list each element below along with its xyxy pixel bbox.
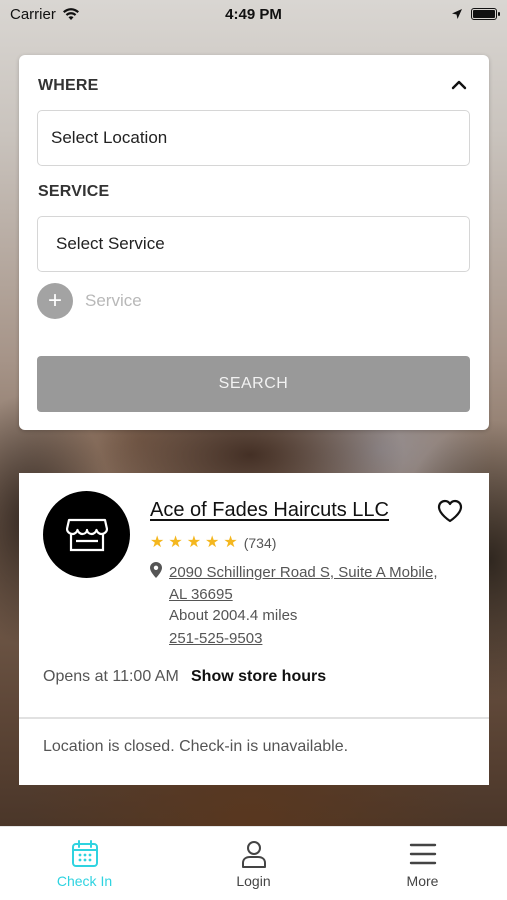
carrier-label: Carrier (10, 5, 56, 23)
calendar-icon (71, 839, 98, 867)
plus-icon: + (37, 283, 73, 319)
opening-time: Opens at 11:00 AM (43, 668, 179, 685)
service-select[interactable]: Select Service (37, 216, 470, 272)
battery-icon (471, 8, 500, 20)
map-pin-icon (150, 562, 162, 578)
location-select-placeholder: Select Location (51, 128, 168, 147)
tab-check-in[interactable]: Check In (0, 827, 169, 900)
where-label: WHERE (38, 77, 99, 94)
chevron-up-icon[interactable] (449, 75, 469, 95)
store-logo (43, 491, 130, 578)
status-bar: Carrier 4:49 PM (0, 0, 507, 28)
search-panel: WHERE Select Location SERVICE Select Ser… (19, 55, 489, 430)
store-name-link[interactable]: Ace of Fades Haircuts LLC (150, 499, 389, 522)
search-button[interactable]: SEARCH (37, 356, 470, 412)
storefront-icon (65, 518, 108, 551)
tab-check-in-label: Check In (56, 872, 113, 889)
review-count: (734) (243, 535, 277, 551)
wifi-icon (62, 8, 79, 20)
user-icon (241, 840, 266, 868)
store-distance: About 2004.4 miles (169, 607, 298, 624)
menu-icon (409, 843, 436, 864)
tab-login-label: Login (236, 872, 271, 889)
location-select[interactable]: Select Location (37, 110, 470, 166)
divider (19, 717, 489, 719)
tab-bar: Check In Login More (0, 826, 507, 900)
store-status-message: Location is closed. Check-in is unavaila… (43, 738, 349, 755)
tab-more[interactable]: More (338, 827, 507, 900)
service-select-placeholder: Select Service (56, 234, 165, 253)
store-address-link[interactable]: 2090 Schillinger Road S, Suite A Mobile,… (169, 562, 459, 606)
store-phone-link[interactable]: 251-525-9503 (169, 630, 262, 647)
star-icon: ★ (168, 534, 183, 551)
store-card: Ace of Fades Haircuts LLC ★ ★ ★ ★ ★ (734… (19, 473, 489, 785)
show-store-hours-button[interactable]: Show store hours (191, 668, 326, 686)
tab-login[interactable]: Login (169, 827, 338, 900)
star-icon: ★ (150, 534, 165, 551)
star-icon: ★ (205, 534, 220, 551)
add-service-label: Service (85, 291, 142, 310)
status-time: 4:49 PM (225, 5, 282, 23)
service-label: SERVICE (38, 183, 110, 200)
tab-more-label: More (406, 872, 439, 889)
star-icon: ★ (186, 534, 202, 551)
add-service-button[interactable]: + Service (37, 283, 142, 319)
star-icon: ★ (223, 534, 238, 551)
star-rating: ★ ★ ★ ★ ★ (734) (150, 534, 277, 552)
location-arrow-icon (452, 9, 462, 19)
heart-icon[interactable] (437, 499, 463, 523)
